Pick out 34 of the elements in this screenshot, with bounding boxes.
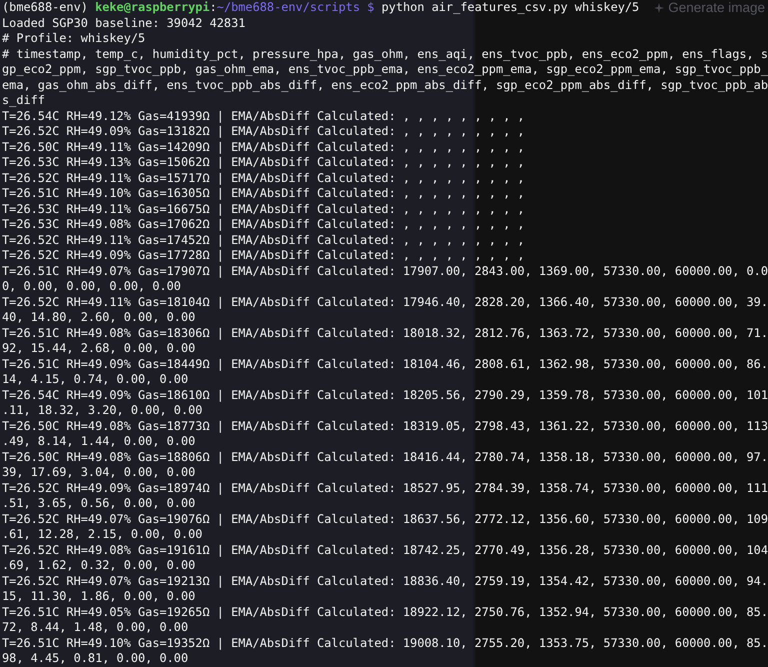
output-line: T=26.50C RH=49.11% Gas=14209Ω | EMA/AbsDiff Calculated: , , , , , , , , , [2,140,526,155]
sparkle-icon [654,2,664,12]
output-line: T=26.53C RH=49.11% Gas=16675Ω | EMA/AbsDiff Calculated: , , , , , , , , , [2,202,526,217]
user-host: keke@raspberrypi [95,0,210,14]
output-line: T=26.52C RH=49.09% Gas=18974Ω | EMA/AbsDiff Calculated: 18527.95, 2784.39, 1358.74, 57330.00, 60000.00, 111.51, 3.65, 0.56, 0.00, 0.00 [2,480,768,512]
output-line: # timestamp, temp_c, humidity_pct, pressure_hpa, gas_ohm, ens_aqi, ens_tvoc_ppb, ens_eco2_ppm, ens_flags, sgp_eco2_ppm, sgp_tvoc_ppb, gas_ohm_ema, ens_tvoc_ppb_ema, ens_eco2_ppm_ema, sgp_eco2_ppm_ema, sgp_tvoc_ppb_ema, gas_ohm_abs_diff, ens_tvoc_ppb_abs_diff, ens_eco2_ppm_abs_diff, sgp_eco2_ppm_abs_diff, sgp_tvoc_ppb_abs_diff [2,46,768,108]
command-text: python air_features_csv.py whiskey/5 [382,0,640,14]
working-directory: ~/bme688-env/scripts [216,0,360,14]
output-line: T=26.53C RH=49.08% Gas=17062Ω | EMA/AbsDiff Calculated: , , , , , , , , , [2,217,526,232]
output-line: T=26.50C RH=49.08% Gas=18773Ω | EMA/AbsDiff Calculated: 18319.05, 2798.43, 1361.22, 57330.00, 60000.00, 113.49, 8.14, 1.44, 0.00, 0.00 [2,418,768,450]
output-line: T=26.52C RH=49.11% Gas=15717Ω | EMA/AbsDiff Calculated: , , , , , , , , , [2,170,526,186]
output-line: T=26.53C RH=49.13% Gas=15062Ω | EMA/AbsDiff Calculated: , , , , , , , , , [2,155,526,170]
output-line: T=26.51C RH=49.07% Gas=17907Ω | EMA/AbsDiff Calculated: 17907.00, 2843.00, 1369.00, 57330.00, 60000.00, 0.00, 0.00, 0.00, 0.00, 0.00 [2,264,768,294]
output-line: T=26.52C RH=49.11% Gas=18104Ω | EMA/AbsDiff Calculated: 17946.40, 2828.20, 1366.40, 57330.00, 60000.00, 39.40, 14.80, 2.60, 0.00, 0.00 [2,294,768,326]
output-line: T=26.51C RH=49.09% Gas=18449Ω | EMA/AbsDiff Calculated: 18104.46, 2808.61, 1362.98, 57330.00, 60000.00, 86.14, 4.15, 0.74, 0.00, 0.00 [2,356,768,388]
output-line: T=26.52C RH=49.07% Gas=19076Ω | EMA/AbsDiff Calculated: 18637.56, 2772.12, 1356.60, 57330.00, 60000.00, 109.61, 12.28, 2.15, 0.00, 0.00 [2,512,768,542]
output-line: T=26.54C RH=49.09% Gas=18610Ω | EMA/AbsDiff Calculated: 18205.56, 2790.29, 1359.78, 57330.00, 60000.00, 101.11, 18.32, 3.20, 0.00, 0.00 [2,388,768,418]
generate-image-label: Generate image [668,0,765,15]
output-line: T=26.52C RH=49.07% Gas=19213Ω | EMA/AbsDiff Calculated: 18836.40, 2759.19, 1354.42, 57330.00, 60000.00, 94.15, 11.30, 1.86, 0.00, 0.00 [2,574,768,604]
output-line: T=26.54C RH=49.12% Gas=41939Ω | EMA/AbsDiff Calculated: , , , , , , , , , [2,108,526,124]
output-line: # Profile: whiskey/5 [2,31,146,46]
output-line: Loaded SGP30 baseline: 39042 42831 [2,16,246,31]
output-line: T=26.51C RH=49.10% Gas=19352Ω | EMA/AbsDiff Calculated: 19008.10, 2755.20, 1353.75, 57330.00, 60000.00, 85.98, 4.45, 0.81, 0.00, 0.00 [2,636,768,666]
output-line: T=26.51C RH=49.08% Gas=18306Ω | EMA/AbsDiff Calculated: 18018.32, 2812.76, 1363.72, 57330.00, 60000.00, 71.92, 15.44, 2.68, 0.00, 0.00 [2,326,768,356]
prompt-symbol: $ [367,0,374,14]
output-line: T=26.52C RH=49.11% Gas=17452Ω | EMA/AbsDiff Calculated: , , , , , , , , , [2,232,526,248]
output-line: T=26.52C RH=49.09% Gas=13182Ω | EMA/AbsDiff Calculated: , , , , , , , , , [2,124,526,140]
output-line: T=26.51C RH=49.10% Gas=16305Ω | EMA/AbsDiff Calculated: , , , , , , , , , [2,186,526,202]
output-line: T=26.50C RH=49.08% Gas=18806Ω | EMA/AbsDiff Calculated: 18416.44, 2780.74, 1358.18, 57330.00, 60000.00, 97.39, 17.69, 3.04, 0.00, 0.00 [2,450,768,480]
output-line: T=26.51C RH=49.05% Gas=19265Ω | EMA/AbsDiff Calculated: 18922.12, 2750.76, 1352.94, 57330.00, 60000.00, 85.72, 8.44, 1.48, 0.00, 0.00 [2,604,768,636]
output-line: T=26.52C RH=49.08% Gas=19161Ω | EMA/AbsDiff Calculated: 18742.25, 2770.49, 1356.28, 57330.00, 60000.00, 104.69, 1.62, 0.32, 0.00, 0.00 [2,542,768,574]
prompt-separator: : [210,0,217,14]
output-line: T=26.52C RH=49.09% Gas=17728Ω | EMA/AbsDiff Calculated: , , , , , , , , , [2,248,526,264]
virtualenv-name: (bme688-env) [2,0,88,14]
